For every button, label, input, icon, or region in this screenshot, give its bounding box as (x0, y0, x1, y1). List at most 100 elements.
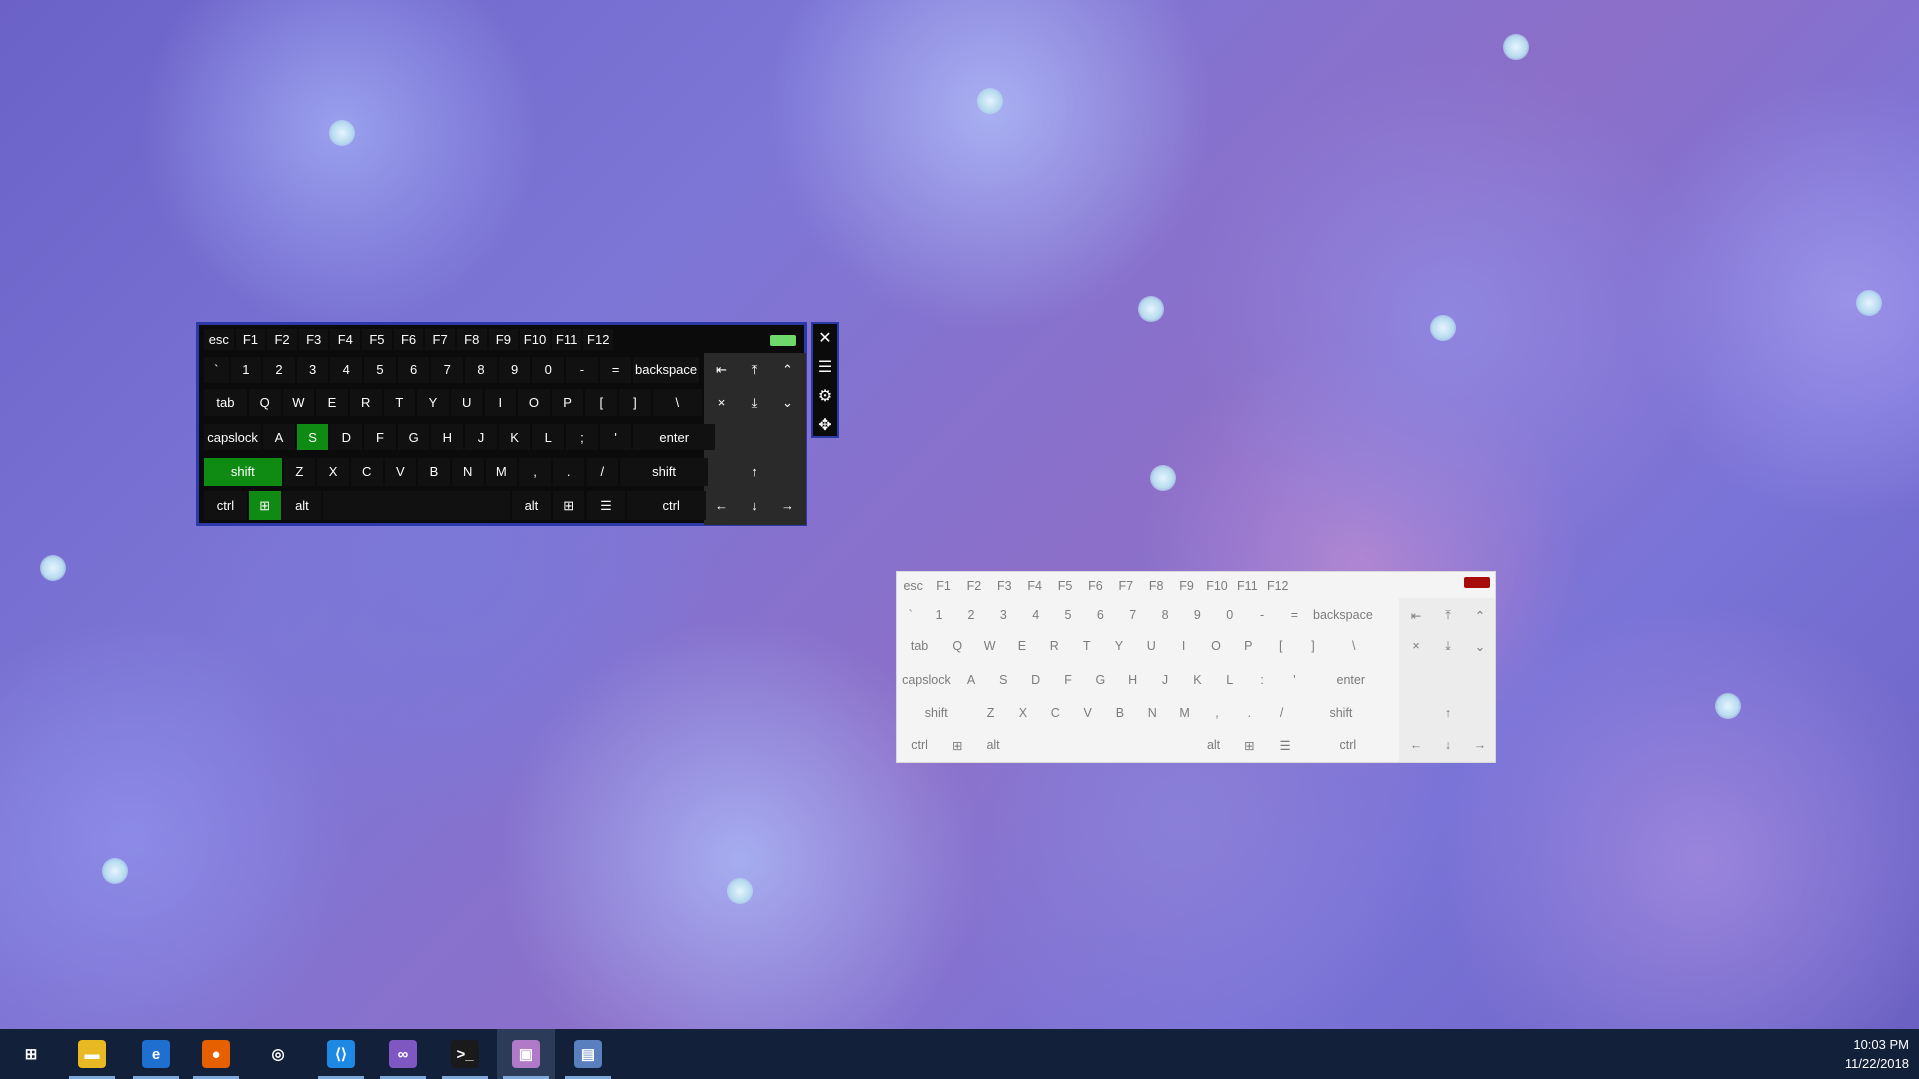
nav-key-del[interactable]: × (706, 389, 737, 416)
key-1-6[interactable]: 6 (397, 356, 430, 384)
taskbar-firefox-button[interactable]: ● (187, 1029, 245, 1079)
key-3-9[interactable]: L (1215, 667, 1245, 692)
nav-key-pgup[interactable]: ⤒ (739, 356, 770, 384)
key-1-4[interactable]: 4 (330, 356, 363, 384)
nav-key-up[interactable]: ↑ (1433, 699, 1463, 726)
key-5-7[interactable]: ctrl (627, 491, 716, 520)
key-0-5[interactable]: F5 (1051, 576, 1079, 596)
key-1-13[interactable]: backspace (1312, 602, 1375, 627)
key-0-2[interactable]: F2 (960, 576, 988, 596)
key-2-10[interactable]: P (551, 389, 584, 416)
key-1-10[interactable]: 0 (1215, 602, 1245, 627)
key-5-0[interactable]: ctrl (899, 732, 940, 759)
key-4-10[interactable]: / (1267, 699, 1297, 726)
key-2-7[interactable]: U (1136, 634, 1166, 659)
nav-key-del[interactable]: × (1401, 634, 1431, 659)
key-5-1[interactable]: ⊞ (248, 491, 281, 520)
key-1-13[interactable]: backspace (633, 356, 699, 384)
key-0-6[interactable]: F6 (1081, 576, 1109, 596)
key-4-9[interactable]: . (552, 457, 585, 487)
key-4-7[interactable]: M (485, 457, 518, 487)
key-3-4[interactable]: F (364, 423, 396, 451)
key-0-9[interactable]: F9 (488, 329, 519, 350)
key-4-5[interactable]: B (418, 457, 450, 487)
taskbar-image-app-button[interactable]: ▤ (559, 1029, 617, 1079)
key-0-1[interactable]: F1 (929, 576, 957, 596)
key-0-5[interactable]: F5 (362, 329, 392, 350)
key-3-11[interactable]: ' (1279, 667, 1309, 692)
key-0-12[interactable]: F12 (1264, 576, 1292, 596)
key-0-10[interactable]: F10 (520, 329, 550, 350)
key-4-7[interactable]: M (1169, 699, 1199, 726)
nav-key-pgup[interactable]: ⤒ (1433, 602, 1463, 627)
key-2-6[interactable]: Y (1104, 634, 1134, 659)
key-1-11[interactable]: - (1247, 602, 1277, 627)
key-4-11[interactable]: shift (1299, 699, 1383, 726)
key-0-10[interactable]: F10 (1203, 576, 1231, 596)
key-4-4[interactable]: V (1072, 699, 1102, 726)
key-2-5[interactable]: T (383, 389, 416, 416)
key-1-4[interactable]: 4 (1021, 602, 1051, 627)
settings-icon[interactable]: ⚙ (815, 386, 835, 406)
taskbar-vscode-button[interactable]: ⟨⟩ (312, 1029, 370, 1079)
key-0-2[interactable]: F2 (267, 329, 297, 350)
key-2-12[interactable]: ] (619, 389, 651, 416)
key-0-11[interactable]: F11 (1233, 576, 1261, 596)
key-5-7[interactable]: ctrl (1306, 732, 1390, 759)
key-3-3[interactable]: D (330, 423, 363, 451)
key-2-11[interactable]: [ (1266, 634, 1296, 659)
nav-key-left[interactable]: ← (706, 491, 737, 520)
key-4-9[interactable]: . (1234, 699, 1264, 726)
key-3-6[interactable]: H (1118, 667, 1148, 692)
nav-key-home[interactable]: ⇤ (1401, 602, 1431, 627)
key-2-0[interactable]: tab (899, 634, 940, 659)
key-2-7[interactable]: U (450, 389, 483, 416)
key-2-11[interactable]: [ (585, 389, 618, 416)
nav-key-left[interactable]: ← (1401, 732, 1431, 759)
key-1-9[interactable]: 9 (1182, 602, 1212, 627)
nav-key-up-chevron[interactable]: ⌃ (1465, 602, 1495, 627)
key-3-0[interactable]: capslock (899, 667, 954, 692)
key-2-9[interactable]: O (518, 389, 550, 416)
key-4-4[interactable]: V (384, 457, 417, 487)
key-2-13[interactable]: \ (1330, 634, 1377, 659)
key-2-2[interactable]: W (282, 389, 315, 416)
nav-key-pgdn[interactable]: ⤓ (1433, 634, 1463, 659)
key-3-8[interactable]: K (1182, 667, 1212, 692)
key-1-1[interactable]: 1 (924, 602, 953, 627)
key-1-3[interactable]: 3 (988, 602, 1018, 627)
taskbar-groove-button[interactable]: ◎ (249, 1029, 307, 1079)
key-3-7[interactable]: J (465, 423, 497, 451)
key-0-0[interactable]: esc (899, 576, 927, 596)
key-5-3[interactable] (1014, 732, 1193, 759)
key-3-12[interactable]: enter (1312, 667, 1390, 692)
key-0-7[interactable]: F7 (1112, 576, 1140, 596)
key-5-2[interactable]: alt (282, 491, 322, 520)
key-5-6[interactable]: ☰ (586, 491, 626, 520)
key-4-6[interactable]: N (451, 457, 484, 487)
key-5-0[interactable]: ctrl (204, 491, 247, 520)
key-3-5[interactable]: G (397, 423, 430, 451)
key-1-2[interactable]: 2 (263, 356, 295, 384)
key-3-8[interactable]: K (498, 423, 531, 451)
key-2-8[interactable]: I (484, 389, 517, 416)
key-5-3[interactable] (323, 491, 511, 520)
key-3-9[interactable]: L (532, 423, 565, 451)
key-1-5[interactable]: 5 (1053, 602, 1083, 627)
key-1-6[interactable]: 6 (1085, 602, 1115, 627)
close-icon[interactable]: ✕ (815, 328, 835, 348)
key-3-5[interactable]: G (1085, 667, 1115, 692)
taskbar-keyboard-app-button[interactable]: ▣ (497, 1029, 555, 1079)
key-0-4[interactable]: F4 (1021, 576, 1049, 596)
nav-key-up[interactable]: ↑ (739, 457, 770, 487)
key-2-1[interactable]: Q (942, 634, 972, 659)
key-0-9[interactable]: F9 (1172, 576, 1200, 596)
key-1-10[interactable]: 0 (532, 356, 565, 384)
system-clock[interactable]: 10:03 PM 11/22/2018 (1845, 1035, 1909, 1073)
key-3-6[interactable]: H (431, 423, 464, 451)
key-1-12[interactable]: = (1279, 602, 1309, 627)
key-4-2[interactable]: X (317, 457, 349, 487)
nav-key-down[interactable]: ↓ (739, 491, 770, 520)
nav-key-right[interactable]: → (1465, 732, 1495, 759)
key-2-13[interactable]: \ (652, 389, 702, 416)
